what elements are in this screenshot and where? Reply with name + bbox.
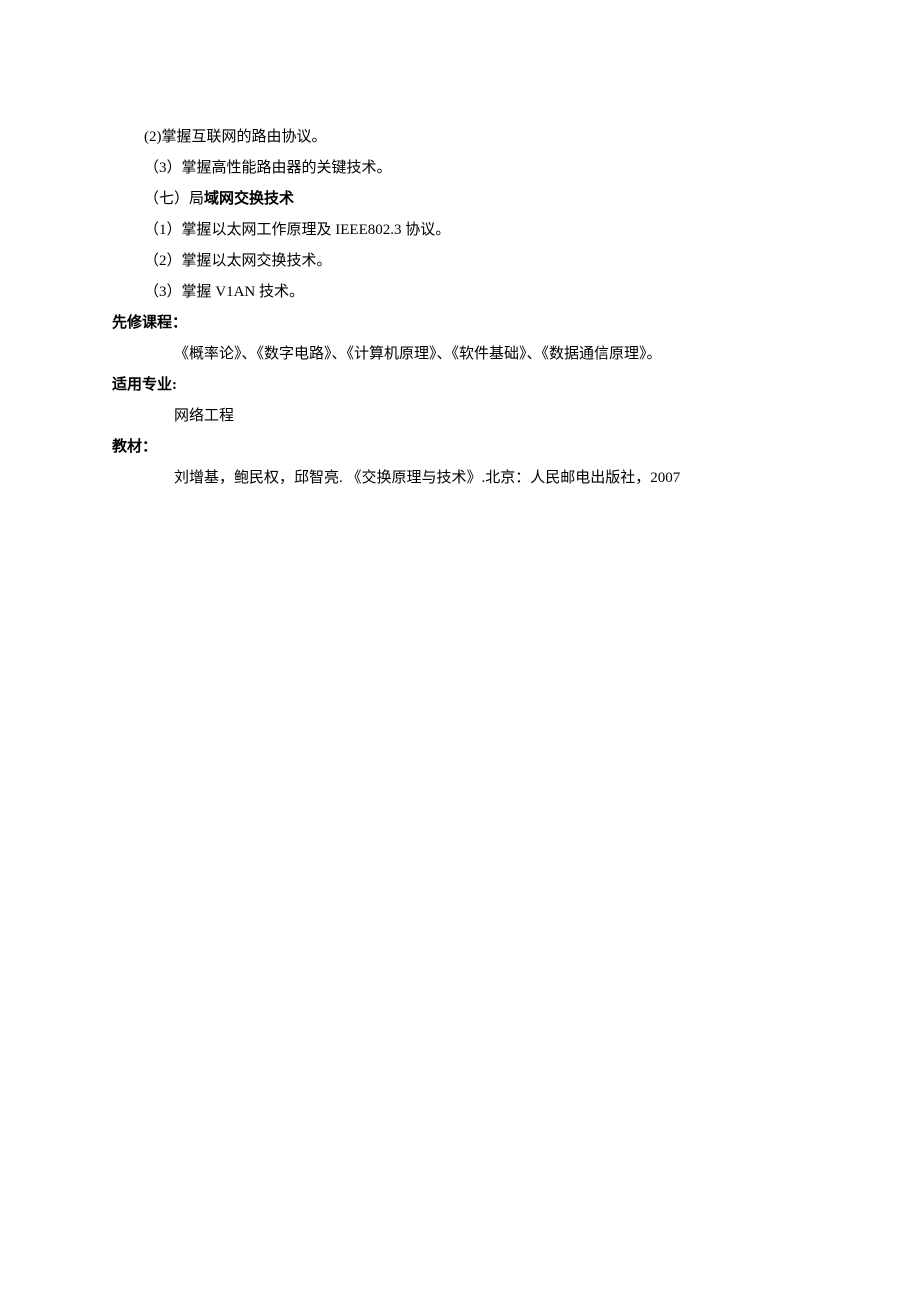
list-item-7-3: （3）掌握 V1AN 技术。 [112,277,820,307]
prerequisite-heading: 先修课程： [112,308,820,338]
textbook-heading: 教材： [112,432,820,462]
major-content: 网络工程 [112,401,820,431]
textbook-content: 刘增基，鲍民权，邱智亮. 《交换原理与技术》.北京：人民邮电出版社，2007 [112,463,820,493]
major-heading: 适用专业: [112,370,820,400]
list-item-7-2: （2）掌握以太网交换技术。 [112,246,820,276]
section-7-heading: （七）局域网交换技术 [112,184,820,214]
list-item-7-1: （1）掌握以太网工作原理及 IEEE802.3 协议。 [112,215,820,245]
list-item-6-2: (2)掌握互联网的路由协议。 [112,122,820,152]
section-7-prefix: （七）局 [144,191,204,207]
section-7-title: 域网交换技术 [204,191,294,207]
prerequisite-content: 《概率论》、《数字电路》、《计算机原理》、《软件基础》、《数据通信原理》。 [112,339,820,369]
list-item-6-3: （3）掌握高性能路由器的关键技术。 [112,153,820,183]
